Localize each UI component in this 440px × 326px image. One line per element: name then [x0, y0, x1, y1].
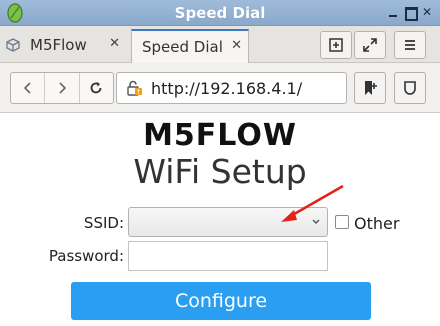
reload-button[interactable]	[80, 73, 113, 103]
tab-m5flow[interactable]: M5Flow ✕	[0, 29, 130, 61]
other-label: Other	[354, 214, 400, 233]
insecure-lock-icon[interactable]	[125, 79, 143, 97]
tab-label: M5Flow	[30, 36, 87, 54]
minimize-button[interactable]	[385, 4, 401, 20]
tab-label: Speed Dial	[142, 38, 223, 56]
chevron-left-icon	[23, 82, 31, 94]
new-tab-button[interactable]	[320, 31, 352, 59]
chevron-right-icon	[59, 82, 67, 94]
new-tab-icon	[329, 38, 343, 52]
add-bookmark-icon	[365, 81, 377, 95]
page-content: M5FLOW WiFi Setup SSID: Other Password: …	[0, 114, 440, 326]
address-bar[interactable]: http://192.168.4.1/	[116, 72, 347, 104]
close-window-button[interactable]: ✕	[419, 4, 435, 20]
configure-button[interactable]: Configure	[71, 282, 371, 320]
maximize-button[interactable]	[402, 4, 418, 21]
fullscreen-button[interactable]	[354, 31, 386, 59]
tab-bar: M5Flow ✕ Speed Dial ✕	[0, 26, 440, 63]
password-input[interactable]	[128, 241, 328, 271]
annotation-arrow-icon	[281, 184, 344, 222]
menu-button[interactable]	[394, 31, 426, 59]
speed-dial-button[interactable]	[354, 72, 386, 104]
shield-icon	[404, 81, 416, 95]
tab-close-icon[interactable]: ✕	[109, 36, 120, 51]
back-button[interactable]	[11, 73, 46, 103]
page-subtitle: WiFi Setup	[133, 152, 307, 191]
tab-close-icon[interactable]: ✕	[231, 38, 242, 53]
reload-icon	[90, 82, 102, 94]
url-text: http://192.168.4.1/	[151, 78, 303, 98]
tab-speed-dial[interactable]: Speed Dial ✕	[131, 29, 249, 63]
expand-icon	[363, 38, 377, 52]
window-title: Speed Dial	[174, 4, 266, 22]
ssid-label: SSID:	[83, 214, 124, 232]
hamburger-icon	[405, 40, 415, 50]
password-label: Password:	[48, 247, 124, 265]
title-bar: Speed Dial ✕	[0, 0, 440, 26]
forward-button[interactable]	[45, 73, 80, 103]
cube-icon	[6, 38, 20, 52]
page-brand: M5FLOW	[143, 118, 297, 153]
nav-button-group	[10, 72, 114, 104]
navigation-bar: http://192.168.4.1/	[0, 63, 440, 113]
shield-button[interactable]	[394, 72, 426, 104]
